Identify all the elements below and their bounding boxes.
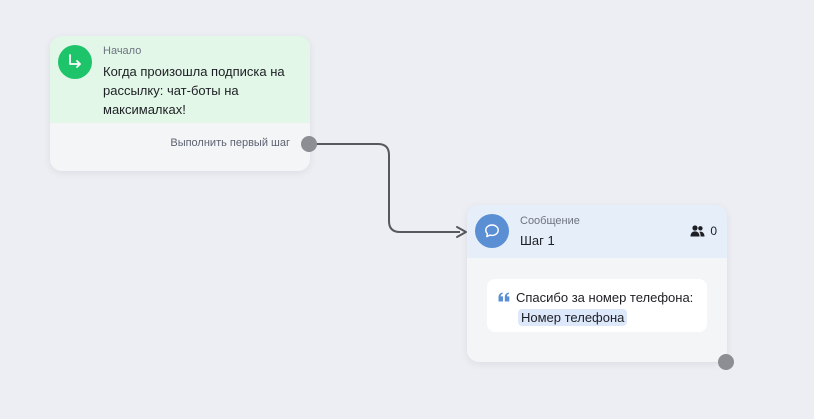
start-node-type-label: Начало	[103, 45, 142, 57]
subscribers-count: 0	[710, 224, 717, 238]
message-output-port[interactable]	[718, 354, 734, 370]
message-icon-circle	[475, 214, 509, 248]
start-node[interactable]: Начало Когда произошла подписка на рассы…	[50, 36, 310, 171]
first-step-label: Выполнить первый шаг	[170, 137, 290, 149]
arrow-turn-down-right-icon	[69, 54, 81, 68]
message-node[interactable]: Сообщение Шаг 1 0 Спасибо за номер телеф…	[467, 205, 727, 362]
message-text-card[interactable]: Спасибо за номер телефона: Номер телефон…	[487, 279, 707, 332]
message-node-type-label: Сообщение	[520, 215, 580, 227]
start-icon-circle	[58, 45, 92, 79]
message-node-title: Шаг 1	[520, 233, 555, 248]
message-text-before: Спасибо за номер телефона:	[516, 290, 694, 305]
variable-chip-phone[interactable]: Номер телефона	[518, 309, 628, 326]
chat-bubble-icon	[485, 224, 499, 238]
quote-icon	[498, 292, 510, 302]
flow-canvas[interactable]: Начало Когда произошла подписка на рассы…	[0, 0, 814, 419]
start-output-port[interactable]	[301, 136, 317, 152]
subscribers-counter: 0	[690, 224, 717, 238]
message-node-header: Сообщение Шаг 1 0	[467, 205, 727, 258]
start-node-title: Когда произошла подписка на рассылку: ча…	[103, 64, 285, 117]
start-node-header: Начало Когда произошла подписка на рассы…	[50, 36, 310, 123]
users-icon	[690, 225, 705, 237]
message-text: Спасибо за номер телефона: Номер телефон…	[516, 288, 702, 328]
